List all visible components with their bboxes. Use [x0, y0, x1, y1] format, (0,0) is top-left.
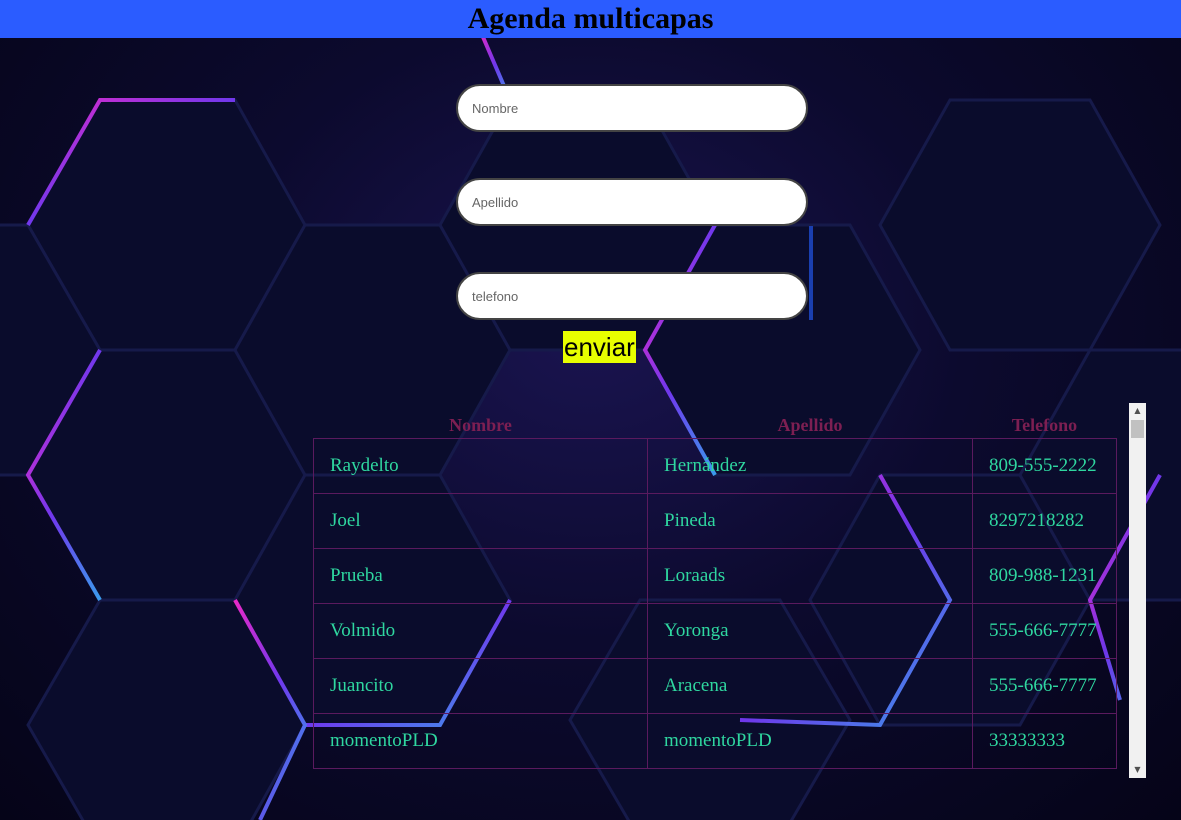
table-row: Raydelto Hernández 809-555-2222	[313, 438, 1117, 494]
cell-apellido: Aracena	[647, 658, 973, 714]
header-telefono: Telefono	[1011, 414, 1078, 435]
cell-apellido: Pineda	[647, 493, 973, 549]
app-header: Agenda multicapas	[0, 0, 1181, 38]
cell-apellido: Hernández	[647, 438, 973, 494]
cell-nombre: Volmido	[313, 603, 648, 659]
cell-telefono: 809-555-2222	[972, 438, 1117, 494]
table-row: momentoPLD momentoPLD 33333333	[313, 713, 1117, 769]
apellido-input[interactable]	[456, 178, 808, 226]
page-title: Agenda multicapas	[467, 2, 714, 35]
scroll-down-icon[interactable]: ▼	[1129, 762, 1146, 778]
cell-nombre: Joel	[313, 493, 648, 549]
cell-apellido: Yoronga	[647, 603, 973, 659]
cell-telefono: 809-988-1231	[972, 548, 1117, 604]
scroll-up-icon[interactable]: ▲	[1129, 403, 1146, 419]
cell-telefono: 8297218282	[972, 493, 1117, 549]
cell-nombre: momentoPLD	[313, 713, 648, 769]
table-scrollbar[interactable]: ▲ ▼	[1129, 403, 1146, 778]
table-row: Juancito Aracena 555-666-7777	[313, 658, 1117, 714]
focus-indicator	[809, 226, 813, 320]
contacts-table-container: Nombre Apellido Telefono Raydelto Hernán…	[313, 412, 1129, 778]
cell-nombre: Raydelto	[313, 438, 648, 494]
table-header-row: Nombre Apellido Telefono	[314, 412, 1117, 439]
telefono-input[interactable]	[456, 272, 808, 320]
cell-telefono: 555-666-7777	[972, 603, 1117, 659]
table-row: Joel Pineda 8297218282	[313, 493, 1117, 549]
cell-nombre: Juancito	[313, 658, 648, 714]
enviar-button[interactable]: enviar	[563, 331, 636, 363]
nombre-input[interactable]	[456, 84, 808, 132]
header-apellido: Apellido	[777, 414, 843, 435]
table-row: Volmido Yoronga 555-666-7777	[313, 603, 1117, 659]
cell-apellido: Loraads	[647, 548, 973, 604]
cell-telefono: 555-666-7777	[972, 658, 1117, 714]
contacts-table: Nombre Apellido Telefono Raydelto Hernán…	[313, 412, 1117, 769]
header-nombre: Nombre	[449, 414, 512, 435]
cell-nombre: Prueba	[313, 548, 648, 604]
cell-apellido: momentoPLD	[647, 713, 973, 769]
scrollbar-thumb[interactable]	[1131, 420, 1144, 438]
table-row: Prueba Loraads 809-988-1231	[313, 548, 1117, 604]
cell-telefono: 33333333	[972, 713, 1117, 769]
